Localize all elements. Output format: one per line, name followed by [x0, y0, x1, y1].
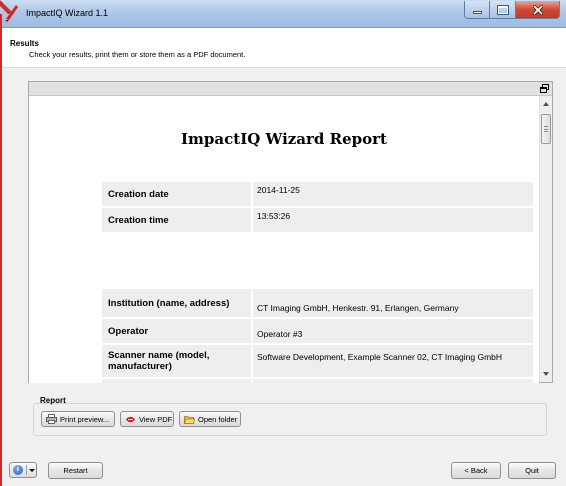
row-value: Software Development, Example Scanner 02… [251, 345, 533, 377]
table-row: Scanner name (model, manufacturer) Softw… [102, 345, 533, 377]
row-value: 2014-11-25 [251, 182, 533, 206]
help-separator [26, 465, 27, 475]
annotation-edge [0, 14, 2, 486]
table-row: Operator Operator #3 [102, 319, 533, 343]
chevron-down-icon [29, 469, 35, 472]
vertical-scrollbar[interactable] [539, 96, 552, 382]
wizard-footer: i Restart < Back Quit [0, 448, 566, 486]
float-window-icon[interactable] [540, 84, 549, 93]
report-title: ImpactIQ Wizard Report [181, 130, 387, 148]
page-subtitle: Check your results, print them or store … [29, 50, 246, 59]
table-row: Creation time 13:53:26 [102, 208, 533, 232]
report-table-dates: Creation date 2014-11-25 Creation time 1… [102, 180, 533, 234]
quit-button[interactable]: Quit [508, 462, 556, 479]
back-button[interactable]: < Back [451, 462, 501, 479]
row-key: Creation time [102, 208, 251, 232]
viewer-toolbar [29, 82, 552, 96]
report-document: ImpactIQ Wizard Report Creation date 201… [29, 97, 539, 383]
minimize-icon [472, 11, 482, 14]
row-value: 13:53:26 [251, 208, 533, 232]
window-title: ImpactIQ Wizard 1.1 [26, 8, 109, 18]
report-group-label: Report [40, 396, 66, 405]
scroll-down-icon[interactable] [543, 372, 549, 376]
window-controls [464, 1, 560, 19]
wizard-body: ImpactIQ Wizard Report Creation date 201… [0, 68, 566, 448]
row-key: Serial number of the [102, 379, 251, 383]
table-row: Serial number of the [102, 379, 533, 383]
page-header: Results Check your results, print them o… [0, 28, 566, 68]
row-key: Scanner name (model, manufacturer) [102, 345, 251, 377]
maximize-button[interactable] [490, 1, 516, 19]
scroll-thumb[interactable] [541, 114, 551, 144]
view-pdf-label: View PDF [139, 414, 173, 424]
row-value: Operator #3 [251, 319, 533, 343]
row-key: Creation date [102, 182, 251, 206]
print-preview-label: Print preview... [60, 414, 110, 424]
print-preview-button[interactable]: Print preview... [41, 411, 115, 427]
report-group: Report Print preview... View PDF Open fo… [28, 395, 547, 436]
help-icon: i [13, 465, 23, 475]
close-button[interactable] [516, 1, 560, 19]
grip-icon [544, 126, 548, 132]
title-bar: ImpactIQ Wizard 1.1 [0, 0, 566, 28]
row-key: Operator [102, 319, 251, 343]
restart-button[interactable]: Restart [48, 462, 103, 479]
open-folder-button[interactable]: Open folder [179, 411, 241, 427]
table-row: Institution (name, address) CT Imaging G… [102, 289, 533, 317]
maximize-icon [497, 5, 508, 14]
report-viewer: ImpactIQ Wizard Report Creation date 201… [28, 81, 553, 383]
row-value: CT Imaging GmbH, Henkestr. 91, Erlangen,… [251, 289, 533, 317]
help-menu-button[interactable]: i [9, 462, 37, 478]
close-icon [532, 4, 543, 15]
pointer-arrow-icon [0, 0, 14, 14]
table-row: Creation date 2014-11-25 [102, 182, 533, 206]
page-title: Results [10, 39, 39, 48]
open-folder-label: Open folder [198, 414, 238, 424]
pdf-icon [126, 416, 135, 422]
scroll-up-icon[interactable] [543, 102, 549, 106]
minimize-button[interactable] [464, 1, 490, 19]
printer-icon [46, 414, 57, 424]
folder-icon [184, 415, 195, 424]
report-table-details: Institution (name, address) CT Imaging G… [102, 287, 533, 383]
row-value [251, 379, 533, 383]
row-key: Institution (name, address) [102, 289, 251, 317]
view-pdf-button[interactable]: View PDF [120, 411, 174, 427]
